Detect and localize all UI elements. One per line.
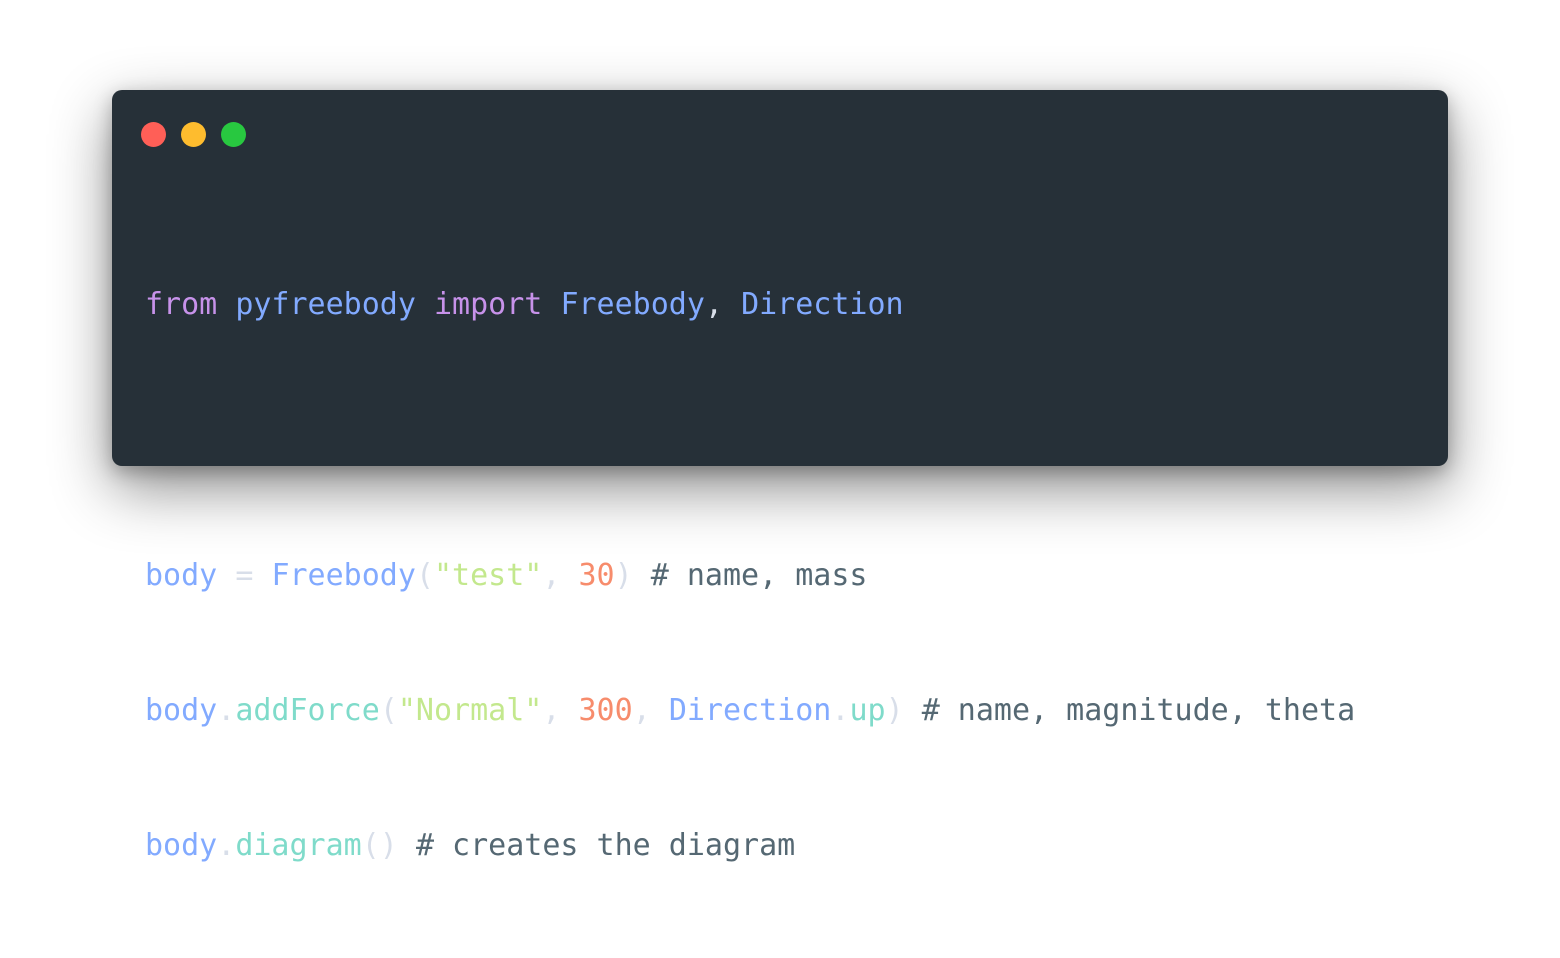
close-paren: ) [614,558,633,593]
comment-creates-diagram: # creates the diagram [415,828,796,863]
arg-comma: , [632,693,651,728]
call-parens: () [361,828,398,863]
arg-comma: , [542,693,561,728]
open-paren: ( [379,693,398,728]
string-normal: "Normal" [397,693,543,728]
module-name: pyfreebody [235,287,416,322]
variable-body: body [145,828,218,863]
code-line-4: body.addForce("Normal", 300, Direction.u… [145,688,1355,733]
member-dot: . [831,693,850,728]
class-freebody: Freebody [271,558,416,593]
method-addforce: addForce [235,693,380,728]
close-paren: ) [885,693,904,728]
member-dot: . [217,828,236,863]
comment-name-magnitude-theta: # name, magnitude, theta [921,693,1356,728]
import-name-freebody: Freebody [560,287,705,322]
method-diagram: diagram [235,828,362,863]
comment-name-mass: # name, mass [650,558,868,593]
enum-direction: Direction [668,693,832,728]
attribute-up: up [849,693,886,728]
variable-body: body [145,558,218,593]
code-line-5: body.diagram() # creates the diagram [145,823,1355,868]
import-comma: , [704,287,723,322]
code-block: from pyfreebody import Freebody, Directi… [145,192,1355,958]
minimize-window-button[interactable] [181,122,206,147]
code-window: from pyfreebody import Freebody, Directi… [112,90,1448,863]
number-magnitude: 300 [578,693,633,728]
number-mass: 30 [578,558,615,593]
string-test: "test" [434,558,543,593]
zoom-window-button[interactable] [221,122,246,147]
close-window-button[interactable] [141,122,166,147]
open-paren: ( [415,558,434,593]
member-dot: . [217,693,236,728]
keyword-import: import [434,287,543,322]
arg-comma: , [542,558,561,593]
code-line-3: body = Freebody("test", 30) # name, mass [145,553,1355,598]
keyword-from: from [145,287,218,322]
code-line-1: from pyfreebody import Freebody, Directi… [145,282,1355,327]
variable-body: body [145,693,218,728]
import-name-direction: Direction [741,287,904,322]
assign-operator: = [235,558,254,593]
